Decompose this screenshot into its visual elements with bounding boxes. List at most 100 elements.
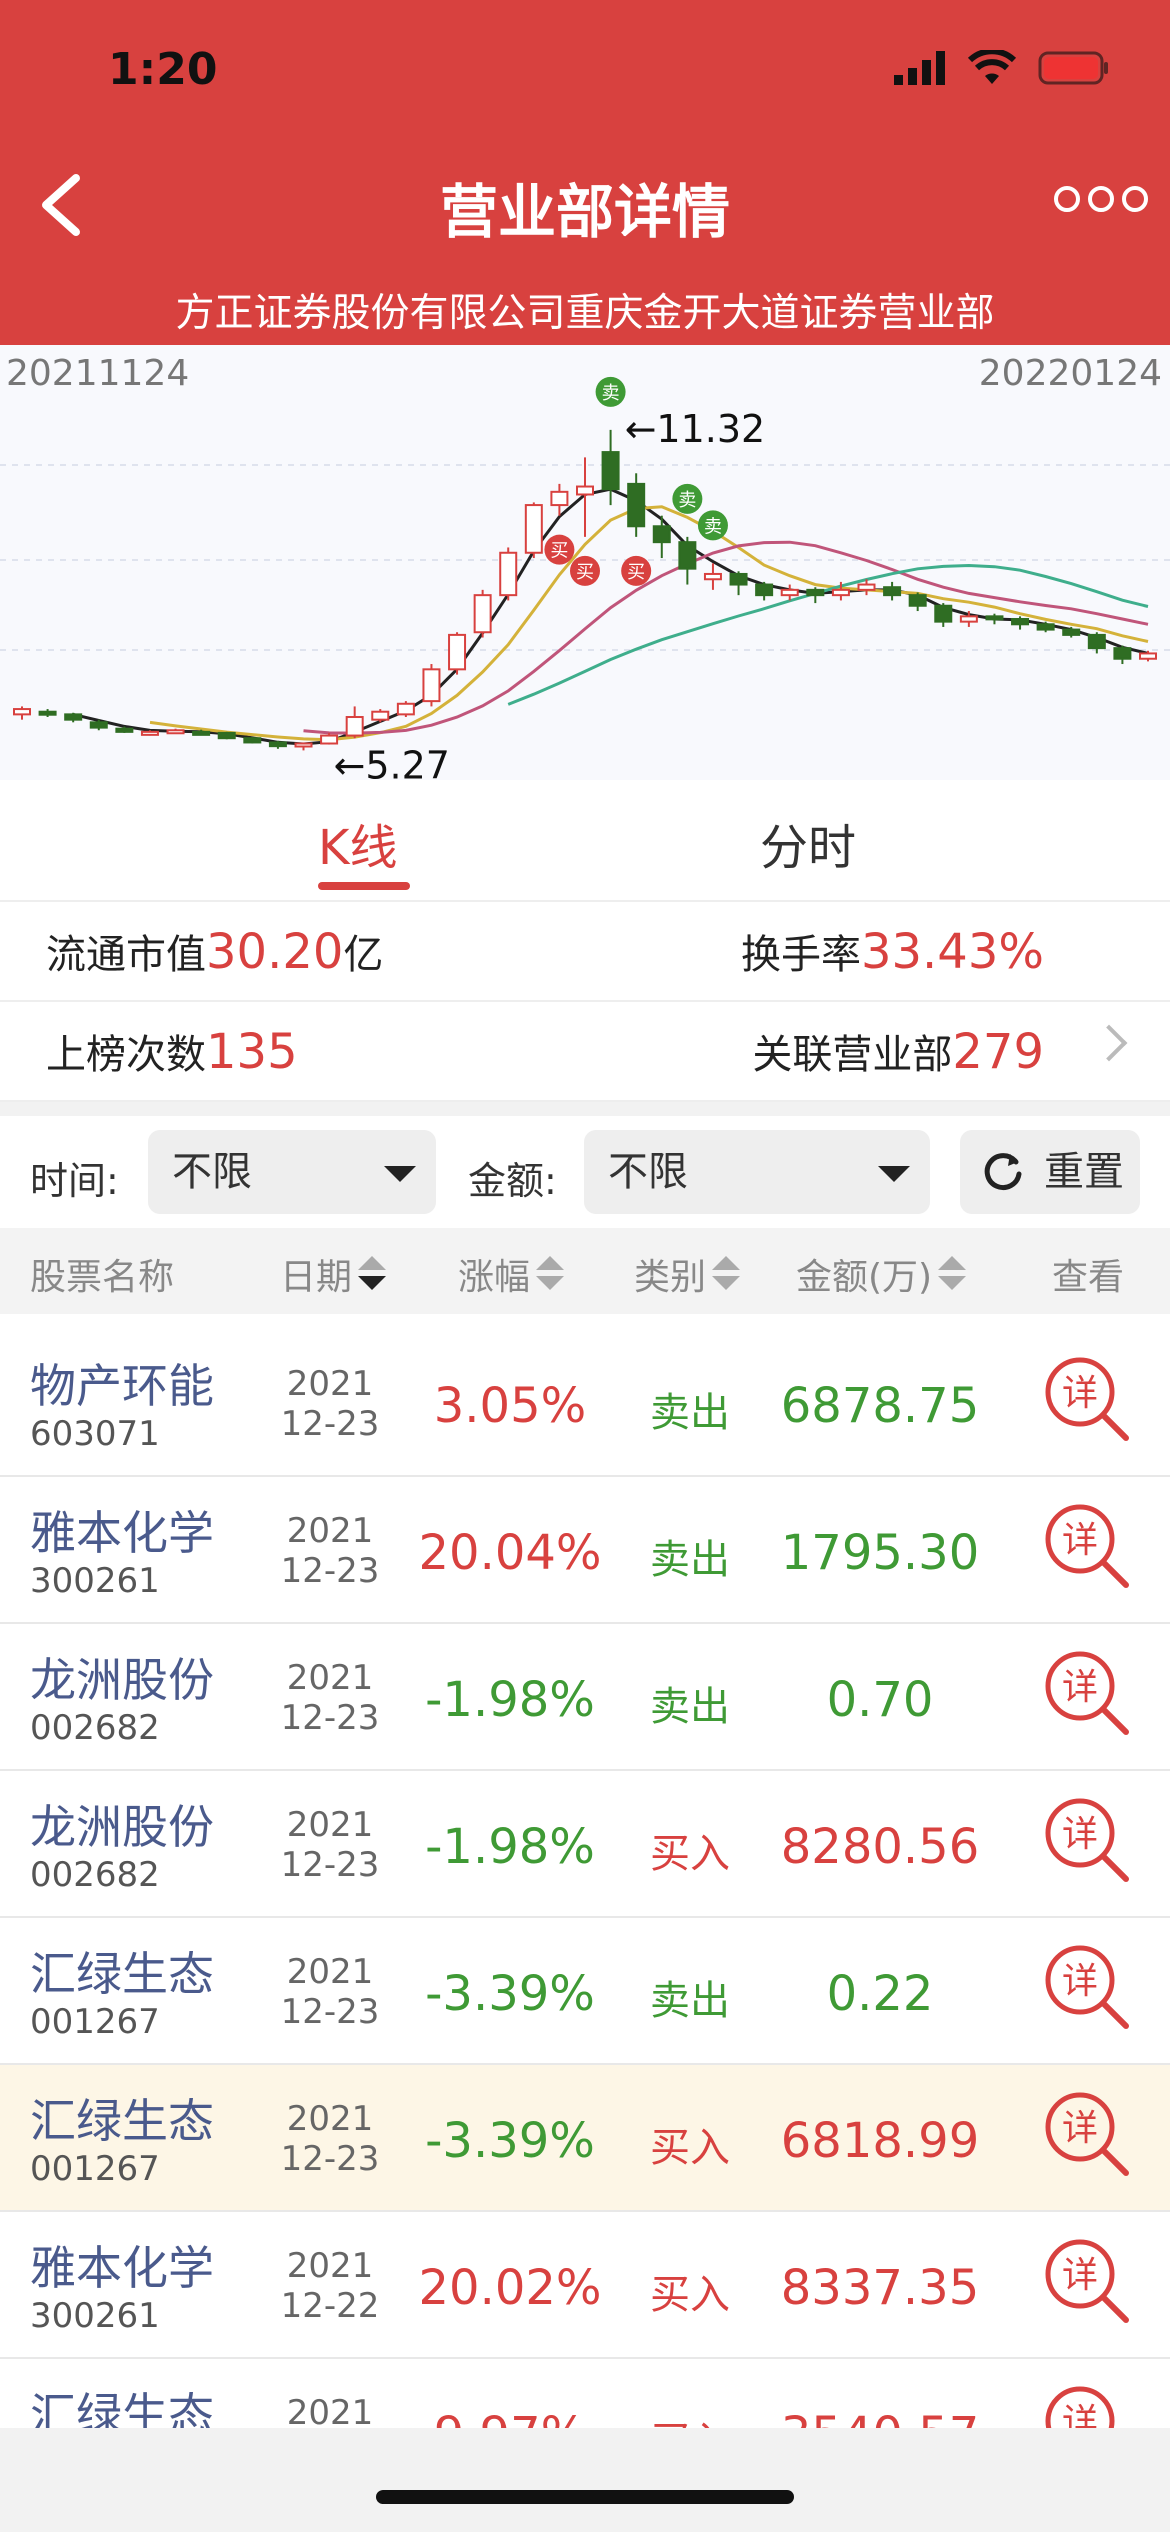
- candle-body: [627, 482, 646, 528]
- trade-date: 2021 12-23: [280, 2099, 380, 2179]
- change-pct: 20.04%: [418, 1525, 602, 1581]
- k-line-chart[interactable]: ←11.32 ←5.27 买买卖卖卖买 20211124 20220124: [0, 345, 1170, 787]
- trade-amount: 6818.99: [780, 2113, 980, 2169]
- candle-body: [524, 504, 543, 554]
- table-row[interactable]: 汇绿生态 001267 2021 12-23 -3.39% 买入 6818.99 详: [0, 2065, 1170, 2212]
- table-row[interactable]: 汇绿生态 001267 2021 12-23 -3.39% 卖出 0.22 详: [0, 1918, 1170, 2065]
- list-count-value: 135: [206, 1024, 298, 1080]
- candle-body: [473, 594, 492, 634]
- related-branches[interactable]: 关联营业部279: [752, 1022, 1044, 1080]
- candle-body: [89, 721, 108, 729]
- market-cap: 流通市值30.20亿: [46, 922, 383, 980]
- header-amount[interactable]: 金额(万): [796, 1248, 968, 1300]
- refresh-icon: [984, 1153, 1022, 1191]
- candle-body: [550, 490, 569, 507]
- trade-amount: 3540.57: [760, 2407, 1000, 2428]
- header-date[interactable]: 日期: [280, 1248, 388, 1300]
- candle-body: [268, 741, 287, 748]
- header-type[interactable]: 类别: [634, 1248, 742, 1300]
- trade-amount: 8280.56: [780, 1819, 980, 1875]
- table-header: 股票名称 日期 涨幅 类别 金额(万) 查看: [0, 1228, 1170, 1314]
- trade-type: 买入: [620, 2409, 760, 2428]
- svg-text:详: 详: [1062, 1814, 1098, 1855]
- sort-icon: [536, 1256, 566, 1292]
- time-filter-select[interactable]: 不限: [148, 1130, 436, 1214]
- trade-list[interactable]: 物产环能 603071 2021 12-23 3.05% 卖出 6878.75 详雅本化学 30…: [0, 1330, 1170, 2428]
- stock-code: 001267: [30, 2149, 160, 2189]
- table-row[interactable]: 物产环能 603071 2021 12-23 3.05% 卖出 6878.75 详: [0, 1330, 1170, 1477]
- trade-type: 卖出: [650, 1390, 730, 1436]
- page-title: 营业部详情: [439, 178, 730, 246]
- candle-body: [217, 731, 236, 740]
- tab-kline[interactable]: K线: [318, 808, 397, 878]
- chevron-right-icon[interactable]: [1090, 1024, 1128, 1062]
- dropdown-arrow-icon: [384, 1166, 416, 1182]
- turnover-label: 换手率: [740, 932, 861, 978]
- high-price-label: ←11.32: [625, 407, 766, 451]
- candle-body: [396, 702, 415, 716]
- divider: [0, 1102, 1170, 1116]
- buy-marker-label: 买: [550, 541, 568, 562]
- bottom-bar: [0, 2428, 1170, 2532]
- change-pct: -1.98%: [425, 1819, 595, 1875]
- change-pct: -3.39%: [425, 2113, 595, 2169]
- stock-name: 汇绿生态: [30, 2388, 214, 2428]
- candle-body: [499, 551, 518, 597]
- table-row[interactable]: 龙洲股份 002682 2021 12-23 -1.98% 买入 8280.56 详: [0, 1771, 1170, 1918]
- branch-name: 方正证券股份有限公司重庆金开大道证券营业部: [175, 291, 995, 336]
- candle-body: [755, 583, 774, 597]
- reset-label: 重置: [1044, 1149, 1124, 1195]
- view-detail-icon[interactable]: 详: [1042, 1942, 1132, 2032]
- trade-type: 卖出: [650, 1978, 730, 2024]
- candle-body: [38, 710, 57, 716]
- svg-text:详: 详: [1062, 2255, 1098, 2296]
- home-indicator[interactable]: [376, 2490, 794, 2504]
- table-row[interactable]: 汇绿生态 2021 9.97%买入3540.57 详: [0, 2359, 1170, 2428]
- trade-type: 卖出: [650, 1684, 730, 1730]
- trade-type: 买入: [650, 2272, 730, 2318]
- view-detail-icon[interactable]: 详: [1042, 2089, 1132, 2179]
- market-cap-label: 流通市值: [46, 932, 206, 978]
- candle-body: [1011, 617, 1030, 626]
- candle-body: [243, 737, 262, 744]
- candle-body: [729, 572, 748, 586]
- view-detail-icon[interactable]: 详: [1042, 1354, 1132, 1444]
- candle-body: [320, 734, 339, 745]
- header-change[interactable]: 涨幅: [458, 1248, 566, 1300]
- stock-name: 雅本化学: [30, 1506, 214, 1560]
- candle-body: [908, 594, 927, 607]
- chart-end-date: 20220124: [978, 353, 1162, 394]
- trade-amount: 0.22: [826, 1966, 934, 2022]
- signal-icon: [894, 51, 945, 85]
- reset-button[interactable]: 重置: [960, 1130, 1140, 1214]
- trade-date: 2021 12-23: [280, 1511, 380, 1591]
- candle-body: [1139, 652, 1157, 660]
- stock-name: 龙洲股份: [30, 1800, 214, 1854]
- view-detail-icon[interactable]: 详: [1042, 2383, 1132, 2428]
- amount-filter-select[interactable]: 不限: [584, 1130, 930, 1214]
- candle-body: [959, 615, 978, 623]
- sort-icon: [938, 1256, 968, 1292]
- view-detail-icon[interactable]: 详: [1042, 1501, 1132, 1591]
- view-detail-icon[interactable]: 详: [1042, 2236, 1132, 2326]
- table-row[interactable]: 龙洲股份 002682 2021 12-23 -1.98% 卖出 0.70 详: [0, 1624, 1170, 1771]
- buy-marker-label: 买: [627, 562, 645, 583]
- trade-type: 买入: [650, 1831, 730, 1877]
- list-count-label: 上榜次数: [46, 1032, 206, 1078]
- filter-bar: 时间: 不限 金额: 不限 重置: [0, 1116, 1170, 1228]
- amount-filter-value: 不限: [608, 1149, 688, 1195]
- stock-name: 龙洲股份: [30, 1653, 214, 1707]
- table-row[interactable]: 雅本化学 300261 2021 12-23 20.04% 卖出 1795.30 详: [0, 1477, 1170, 1624]
- candle-body: [831, 588, 850, 597]
- view-detail-icon[interactable]: 详: [1042, 1795, 1132, 1885]
- candle-body: [883, 586, 902, 597]
- trade-date: 2021 12-23: [280, 1805, 380, 1885]
- wifi-icon: [968, 50, 1016, 84]
- tab-intraday[interactable]: 分时: [760, 808, 856, 878]
- trade-amount: 8337.35: [780, 2260, 980, 2316]
- view-detail-icon[interactable]: 详: [1042, 1648, 1132, 1738]
- more-icon[interactable]: [1054, 186, 1148, 212]
- k-line-svg: ←11.32←5.27买买卖卖卖买: [0, 376, 1170, 787]
- table-row[interactable]: 雅本化学 300261 2021 12-22 20.02% 买入 8337.35 详: [0, 2212, 1170, 2359]
- candle-body: [780, 588, 799, 597]
